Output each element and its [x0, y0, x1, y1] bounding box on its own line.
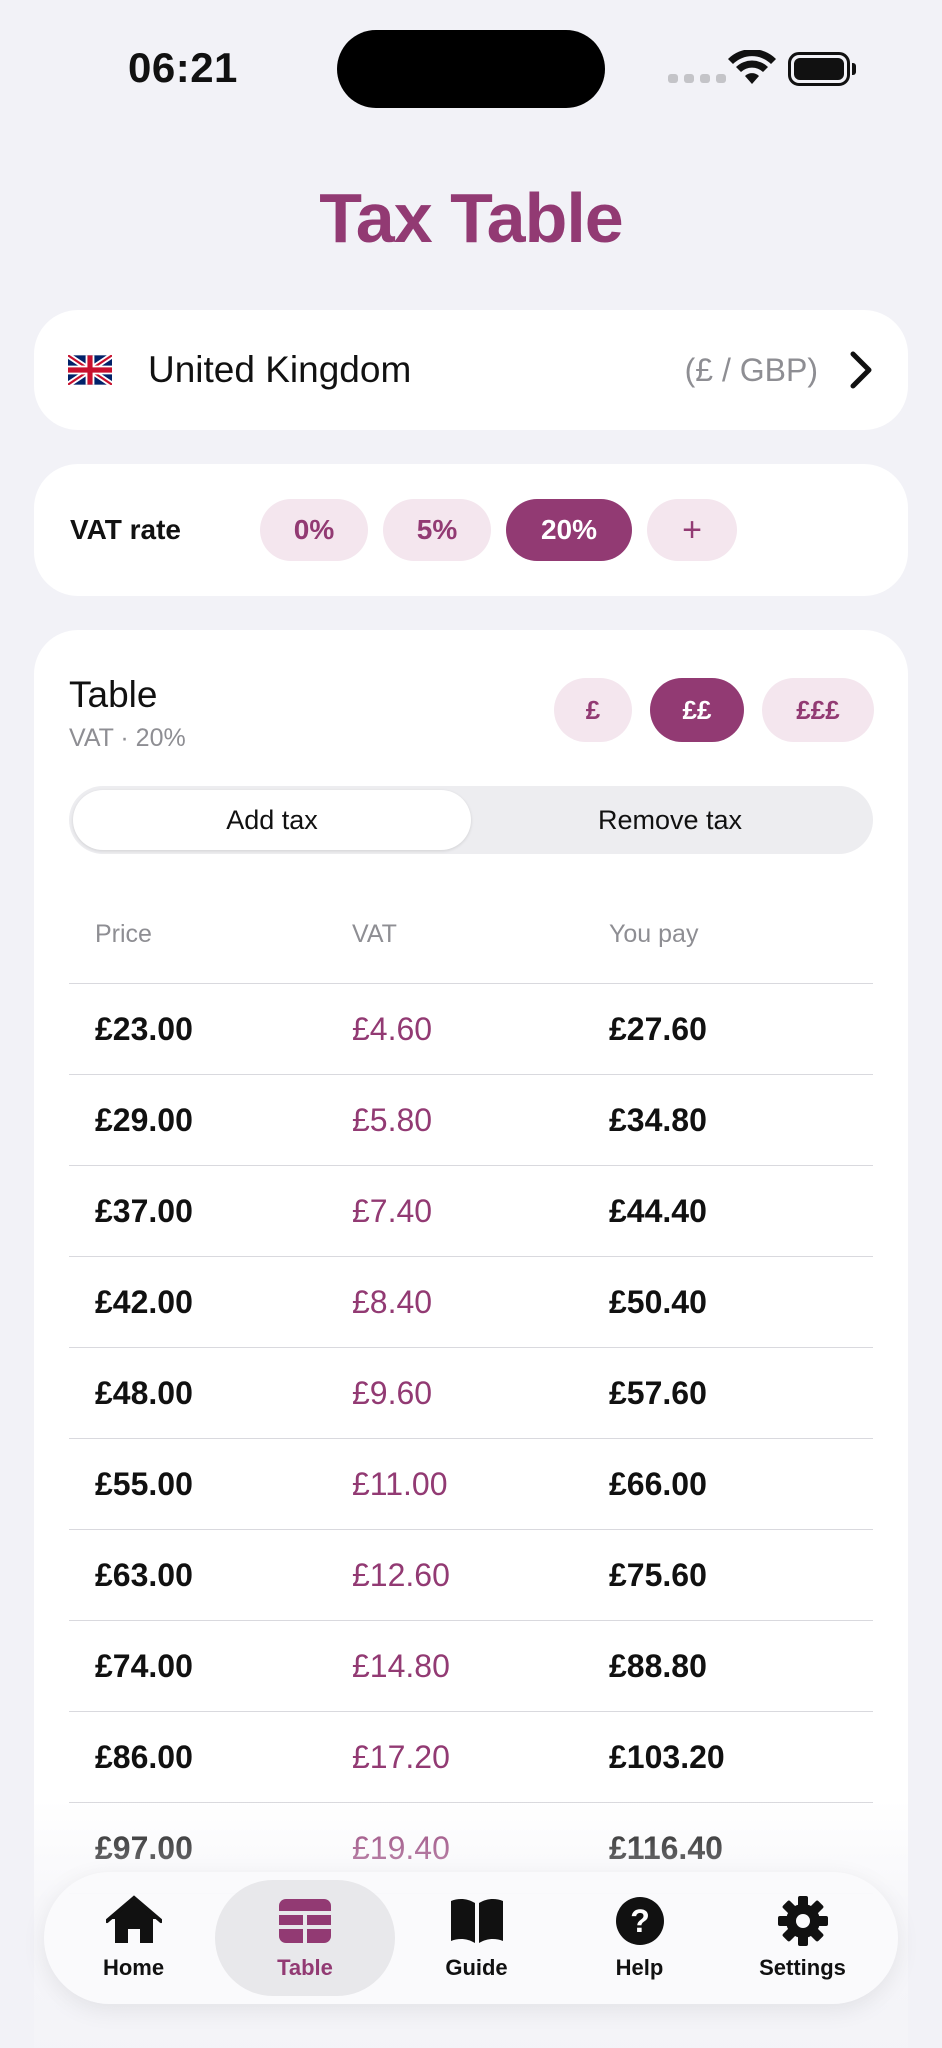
remove-tax-tab[interactable]: Remove tax	[471, 790, 869, 850]
table-row: £29.00 £5.80 £34.80	[69, 1075, 873, 1166]
column-vat: VAT	[352, 920, 397, 948]
table-row: £42.00 £8.40 £50.40	[69, 1257, 873, 1348]
add-tax-tab[interactable]: Add tax	[73, 790, 471, 850]
tab-settings[interactable]: Settings	[721, 1880, 884, 1996]
vat-cell: £7.40	[352, 1192, 433, 1229]
vat-rate-label: VAT rate	[70, 514, 181, 545]
price-cell: £42.00	[95, 1283, 193, 1320]
tab-help[interactable]: ? Help	[558, 1880, 721, 1996]
column-you-pay: You pay	[609, 920, 699, 948]
book-icon	[450, 1898, 503, 1943]
you-pay-cell: £27.60	[609, 1010, 707, 1047]
question-mark-icon: ?	[615, 1897, 664, 1945]
price-cell: £55.00	[95, 1465, 193, 1502]
vat-cell: £14.80	[352, 1647, 450, 1684]
vat-cell: £12.60	[352, 1556, 450, 1593]
price-cell: £74.00	[95, 1647, 193, 1684]
price-cell: £23.00	[95, 1010, 193, 1047]
vat-cell: £9.60	[352, 1374, 433, 1411]
table-row: £74.00 £14.80 £88.80	[69, 1621, 873, 1712]
page-title: Tax Table	[319, 179, 624, 257]
vat-option-5[interactable]: 5%	[383, 499, 491, 561]
you-pay-cell: £57.60	[609, 1374, 707, 1411]
tab-home-label: Home	[102, 1955, 165, 1980]
price-cell: £86.00	[95, 1738, 193, 1775]
table-row: £55.00 £11.00 £66.00	[69, 1439, 873, 1530]
table-subtitle: VAT · 20%	[69, 724, 186, 752]
svg-text:?: ?	[630, 1903, 650, 1939]
wifi-icon	[728, 50, 776, 84]
vat-cell: £8.40	[352, 1283, 433, 1320]
tab-help-label: Help	[615, 1955, 664, 1980]
tab-home[interactable]: Home	[52, 1880, 215, 1996]
you-pay-cell: £88.80	[609, 1647, 707, 1684]
vat-rate-card: VAT rate 0% 5% 20% +	[34, 464, 908, 596]
vat-cell: £5.80	[352, 1101, 433, 1138]
vat-cell: £4.60	[352, 1010, 433, 1047]
dynamic-island	[337, 30, 605, 108]
you-pay-cell: £75.60	[609, 1556, 707, 1593]
you-pay-cell: £44.40	[609, 1192, 707, 1229]
tab-guide-label: Guide	[445, 1955, 508, 1980]
rounding-option-3[interactable]: £££	[762, 678, 874, 742]
table-row: £23.00 £4.60 £27.60	[69, 984, 873, 1075]
rounding-selector: £ ££ £££	[554, 678, 874, 742]
table-header: Table VAT · 20%	[69, 674, 186, 753]
status-time: 06:21	[128, 44, 238, 91]
you-pay-cell: £66.00	[609, 1465, 707, 1502]
cellular-signal-icon	[668, 74, 726, 83]
chevron-right-icon	[850, 351, 872, 389]
currency-label: (£ / GBP)	[684, 351, 818, 388]
table-icon	[279, 1899, 331, 1943]
vat-option-0[interactable]: 0%	[260, 499, 368, 561]
gear-icon	[777, 1896, 828, 1946]
you-pay-cell: £103.20	[609, 1738, 725, 1775]
price-cell: £37.00	[95, 1192, 193, 1229]
column-price: Price	[95, 920, 152, 948]
rounding-option-1[interactable]: £	[554, 678, 632, 742]
price-cell: £29.00	[95, 1101, 193, 1138]
table-row: £37.00 £7.40 £44.40	[69, 1166, 873, 1257]
price-cell: £48.00	[95, 1374, 193, 1411]
table-column-headers: Price VAT You pay	[69, 886, 873, 984]
house-icon	[105, 1895, 162, 1943]
rounding-option-2[interactable]: ££	[650, 678, 744, 742]
battery-icon	[788, 52, 856, 86]
status-bar: 06:21	[0, 0, 942, 130]
vat-cell: £17.20	[352, 1738, 450, 1775]
table-row: £48.00 £9.60 £57.60	[69, 1348, 873, 1439]
table-row: £86.00 £17.20 £103.20	[69, 1712, 873, 1803]
tab-guide[interactable]: Guide	[395, 1880, 558, 1996]
country-name: United Kingdom	[148, 349, 412, 390]
table-row: £63.00 £12.60 £75.60	[69, 1530, 873, 1621]
uk-flag-icon	[68, 355, 112, 385]
tab-table[interactable]: Table	[215, 1880, 395, 1996]
vat-option-20[interactable]: 20%	[506, 499, 632, 561]
add-vat-rate-button[interactable]: +	[647, 499, 737, 561]
tab-table-label: Table	[277, 1955, 333, 1980]
you-pay-cell: £50.40	[609, 1283, 707, 1320]
tab-settings-label: Settings	[759, 1955, 846, 1980]
tax-mode-toggle: Add tax Remove tax	[69, 786, 873, 854]
vat-cell: £11.00	[352, 1465, 448, 1502]
table-title: Table	[69, 674, 158, 715]
country-selector[interactable]: United Kingdom (£ / GBP)	[34, 310, 908, 430]
tab-bar: Home Table Guide ? Help Settings	[44, 1872, 898, 2004]
you-pay-cell: £34.80	[609, 1101, 707, 1138]
price-cell: £63.00	[95, 1556, 193, 1593]
tax-table: Price VAT You pay £23.00 £4.60 £27.60 £29.0…	[69, 886, 873, 1894]
